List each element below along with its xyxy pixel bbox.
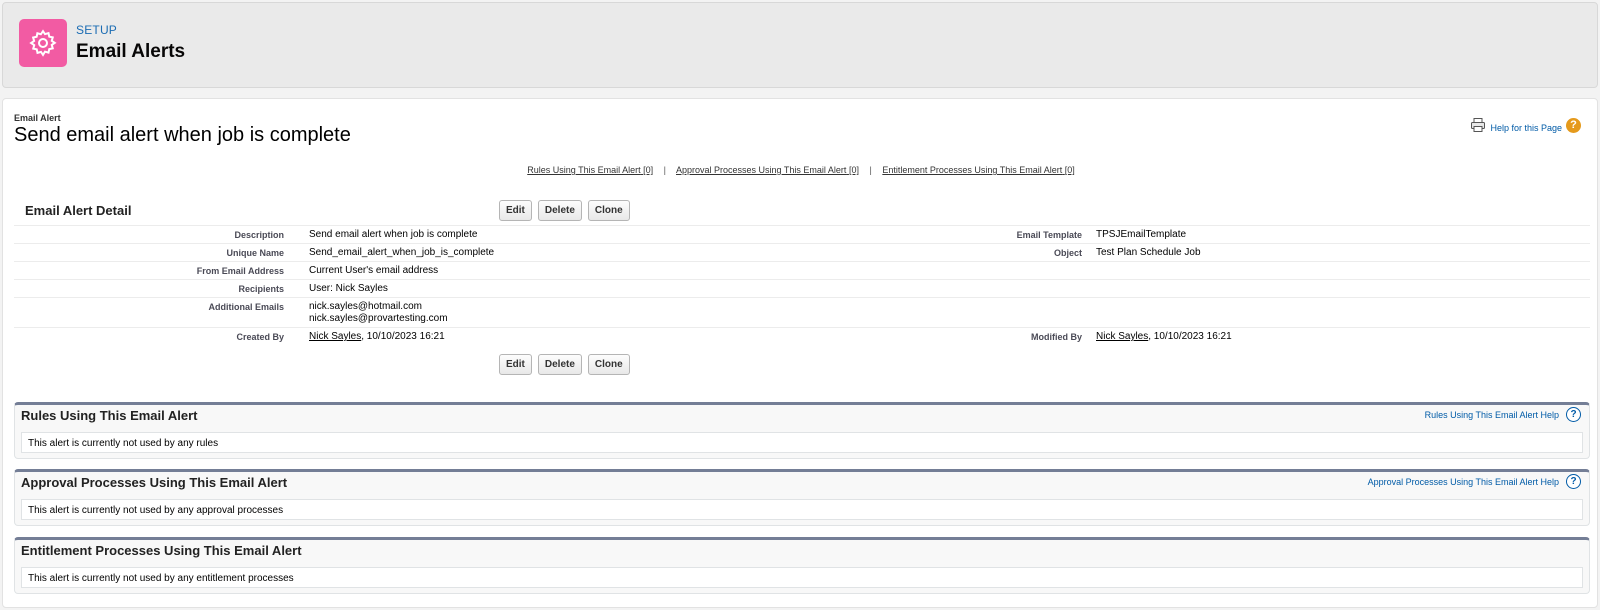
rules-help-link[interactable]: Rules Using This Email Alert Help ? xyxy=(1425,407,1581,422)
page-header-title: Email Alerts xyxy=(76,41,186,62)
from-email-value: Current User's email address xyxy=(309,265,439,276)
rules-section: Rules Using This Email Alert Rules Using… xyxy=(14,402,1590,459)
clone-button[interactable]: Clone xyxy=(587,354,630,375)
recipients-label: Recipients xyxy=(238,284,284,294)
field-row-recipients: Recipients User: Nick Sayles xyxy=(14,280,1590,298)
email-template-link[interactable]: TPSJEmailTemplate xyxy=(1096,229,1186,241)
approval-section-title: Approval Processes Using This Email Aler… xyxy=(21,475,288,490)
field-row-from-email: From Email Address Current User's email … xyxy=(14,262,1590,280)
rules-section-title: Rules Using This Email Alert xyxy=(21,408,198,423)
main-content: Email Alert Send email alert when job is… xyxy=(2,98,1598,608)
edit-button[interactable]: Edit xyxy=(499,200,532,221)
approval-help-text[interactable]: Approval Processes Using This Email Aler… xyxy=(1368,477,1559,487)
field-row-additional-emails: Additional Emails nick.sayles@hotmail.co… xyxy=(14,298,1590,328)
created-by-label: Created By xyxy=(236,332,284,342)
field-row-unique-name: Unique Name Send_email_alert_when_job_is… xyxy=(14,244,1590,262)
delete-button[interactable]: Delete xyxy=(537,354,582,375)
additional-email-link[interactable]: nick.sayles@hotmail.com xyxy=(309,301,422,313)
delete-button[interactable]: Delete xyxy=(537,200,582,221)
created-by-value: Nick Sayles, 10/10/2023 16:21 xyxy=(309,331,445,343)
additional-emails-label: Additional Emails xyxy=(208,302,284,312)
additional-email-link[interactable]: nick.sayles@provartesting.com xyxy=(309,313,448,325)
help-question-icon[interactable]: ? xyxy=(1566,474,1581,489)
entitlement-section-title: Entitlement Processes Using This Email A… xyxy=(21,543,302,558)
help-for-page-link[interactable]: Help for this Page ? xyxy=(1470,117,1581,133)
help-question-icon[interactable]: ? xyxy=(1566,117,1581,133)
link-approval-processes[interactable]: Approval Processes Using This Email Aler… xyxy=(676,165,859,175)
description-value: Send email alert when job is complete xyxy=(309,229,478,240)
link-rules-using-alert[interactable]: Rules Using This Email Alert [0] xyxy=(527,165,653,175)
detail-top-buttons: Edit Delete Clone xyxy=(499,200,630,221)
modified-by-user-link[interactable]: Nick Sayles xyxy=(1096,331,1148,342)
created-by-date: , 10/10/2023 16:21 xyxy=(361,331,445,342)
help-question-icon[interactable]: ? xyxy=(1566,407,1581,422)
detail-bottom-buttons: Edit Delete Clone xyxy=(499,354,630,375)
modified-by-label: Modified By xyxy=(1031,332,1082,342)
modified-by-value: Nick Sayles, 10/10/2023 16:21 xyxy=(1096,331,1232,343)
gear-icon xyxy=(19,19,67,67)
entitlement-section: Entitlement Processes Using This Email A… xyxy=(14,537,1590,594)
field-row-created-by: Created By Nick Sayles, 10/10/2023 16:21… xyxy=(14,328,1590,348)
unique-name-label: Unique Name xyxy=(226,248,284,258)
link-separator: | xyxy=(869,165,872,175)
approval-section: Approval Processes Using This Email Aler… xyxy=(14,469,1590,526)
recipient-link[interactable]: User: Nick Sayles xyxy=(309,283,388,295)
object-label: Object xyxy=(1053,248,1082,258)
rules-section-body: This alert is currently not used by any … xyxy=(21,432,1583,453)
created-by-user-link[interactable]: Nick Sayles xyxy=(309,331,361,342)
page-title: Send email alert when job is complete xyxy=(14,124,351,146)
email-template-label: Email Template xyxy=(1016,230,1082,240)
link-entitlement-processes[interactable]: Entitlement Processes Using This Email A… xyxy=(882,165,1074,175)
related-list-links: Rules Using This Email Alert [0] | Appro… xyxy=(3,165,1599,175)
setup-header: SETUP Email Alerts xyxy=(2,2,1598,88)
printer-icon[interactable] xyxy=(1470,117,1486,133)
object-value: Test Plan Schedule Job xyxy=(1096,247,1201,258)
edit-button[interactable]: Edit xyxy=(499,354,532,375)
help-for-page-text[interactable]: Help for this Page xyxy=(1490,123,1562,133)
entitlement-section-body: This alert is currently not used by any … xyxy=(21,567,1583,588)
detail-section-title: Email Alert Detail xyxy=(25,203,132,218)
from-email-label: From Email Address xyxy=(196,266,284,276)
page-type-label: Email Alert xyxy=(14,113,61,123)
modified-by-date: , 10/10/2023 16:21 xyxy=(1148,331,1232,342)
description-label: Description xyxy=(234,230,284,240)
setup-kicker: SETUP xyxy=(76,23,118,37)
unique-name-value: Send_email_alert_when_job_is_complete xyxy=(309,247,495,258)
link-separator: | xyxy=(663,165,666,175)
approval-section-body: This alert is currently not used by any … xyxy=(21,499,1583,520)
field-row-description: Description Send email alert when job is… xyxy=(14,225,1590,244)
approval-help-link[interactable]: Approval Processes Using This Email Aler… xyxy=(1368,474,1581,489)
rules-help-text[interactable]: Rules Using This Email Alert Help xyxy=(1425,410,1559,420)
clone-button[interactable]: Clone xyxy=(587,200,630,221)
